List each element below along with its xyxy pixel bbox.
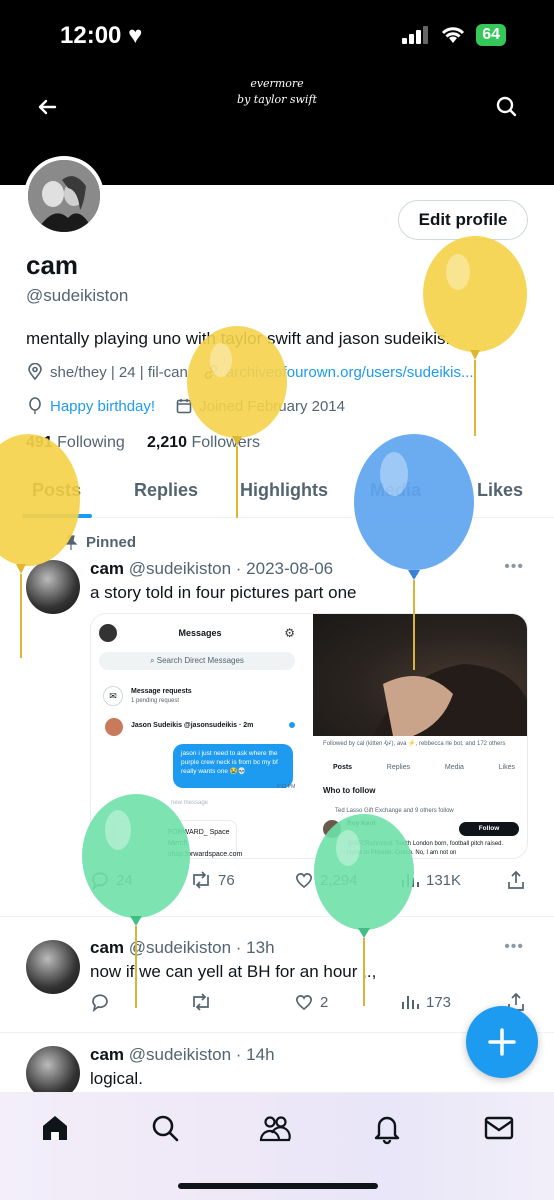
follow-counts: 491 Following 2,210 Followers [26,434,260,452]
avatar[interactable] [26,940,80,994]
tweet-header: cam @sudeikiston · 14h [90,1045,275,1064]
share-button[interactable] [506,870,526,890]
views-icon [402,874,419,887]
tab-likes[interactable]: Likes [477,480,523,501]
location-pin-icon [28,363,42,381]
plus-icon [488,1028,516,1056]
avatar[interactable] [24,156,104,236]
media-image-profile: Followed by cal (kitten 🎶), ava ⚡, rebbe… [313,736,527,858]
calendar-icon [176,399,192,414]
tweet-text: logical. [90,1069,143,1088]
more-icon[interactable]: ••• [504,938,524,956]
avatar[interactable] [26,560,80,614]
tweet-actions: 2 173 [90,992,530,1016]
link-icon [204,365,218,379]
search-icon[interactable] [148,1111,182,1145]
views-button[interactable]: 173 [400,992,451,1012]
search-dm: ⌕ Search Direct Messages [99,652,295,670]
profile-name: cam [26,250,79,280]
retweet-button[interactable]: 76 [190,870,235,890]
divider [0,916,554,917]
avatar [105,718,123,736]
banner-text: evermore by taylor swift [237,77,317,106]
tweet-text: a story told in four pictures part one [90,583,357,602]
tab-replies[interactable]: Replies [134,480,198,501]
profile-link[interactable]: archiveofourown.org/users/sudeikis... [226,364,474,381]
heart-icon [296,995,312,1011]
retweet-icon [193,871,209,889]
media-image-photo [313,614,527,736]
views-button[interactable]: 131K [400,870,461,890]
status-bar: 12:00 ♥ 64 [0,0,554,70]
gear-icon: ⚙ [284,626,295,640]
more-icon[interactable]: ••• [504,558,524,576]
tab-media[interactable]: Media [370,480,421,501]
profile-meta-row-2: Happy birthday! Joined February 2014 [26,397,345,415]
share-icon [508,870,524,889]
heart-icon [296,873,312,889]
reply-icon [92,872,108,890]
reply-button[interactable] [90,992,110,1012]
retweet-icon [193,993,209,1011]
home-icon[interactable] [38,1111,72,1145]
pin-icon [64,534,78,550]
unread-dot [289,722,295,728]
profile-meta-row: she/they | 24 | fil-can archiveofourown.… [26,363,474,381]
like-button[interactable]: 2,294 [294,870,358,890]
mail-icon: ✉ [103,686,123,706]
reply-button[interactable]: 24 [90,870,133,890]
communities-icon[interactable] [258,1111,292,1145]
profile-bio: mentally playing uno with taylor swift a… [26,329,451,348]
following-link[interactable]: 491 Following [26,434,125,451]
views-icon [402,996,419,1009]
reply-icon [92,994,108,1012]
like-button[interactable]: 2 [294,992,328,1012]
tweet-header: cam @sudeikiston · 2023-08-06 [90,559,334,578]
pronouns-line: she/they | 24 | fil-can [50,363,188,381]
wifi-icon [442,27,465,43]
heart-icon: ♥ [128,22,143,49]
signal-icon [402,26,429,44]
tweet-media[interactable]: Messages ⚙ ⌕ Search Direct Messages ✉ Me… [90,613,528,859]
search-icon[interactable] [490,90,524,124]
birthday-link[interactable]: Happy birthday! [50,398,155,415]
retweet-button[interactable] [190,992,212,1012]
tweet-text: now if we can yell at BH for an hour ,., [90,962,377,981]
media-image-messages: Messages ⚙ ⌕ Search Direct Messages ✉ Me… [91,614,311,858]
compose-button[interactable] [466,1006,538,1078]
home-indicator [178,1183,378,1189]
bell-icon[interactable] [370,1111,404,1145]
tab-highlights[interactable]: Highlights [240,480,328,501]
clock: 12:00 ♥ [60,22,143,49]
profile-tabs: Posts Replies Highlights Media Likes [0,470,554,518]
edit-profile-button[interactable]: Edit profile [398,200,528,240]
mail-icon[interactable] [482,1111,516,1145]
back-arrow-icon[interactable] [30,90,64,124]
followers-link[interactable]: 2,210 Followers [147,434,260,451]
pinned-label: Pinned [64,534,136,551]
profile-handle: @sudeikiston [26,286,129,305]
balloon-icon [29,397,41,414]
avatar [323,820,341,838]
battery-icon: 64 [476,24,506,46]
tab-posts[interactable]: Posts [32,480,81,501]
tweet-header: cam @sudeikiston · 13h [90,938,275,957]
status-icons: 64 [402,24,506,46]
active-tab-indicator [22,514,92,518]
tweet-actions: 24 76 2,294 131K [90,870,530,894]
joined-date: Joined February 2014 [199,397,345,415]
